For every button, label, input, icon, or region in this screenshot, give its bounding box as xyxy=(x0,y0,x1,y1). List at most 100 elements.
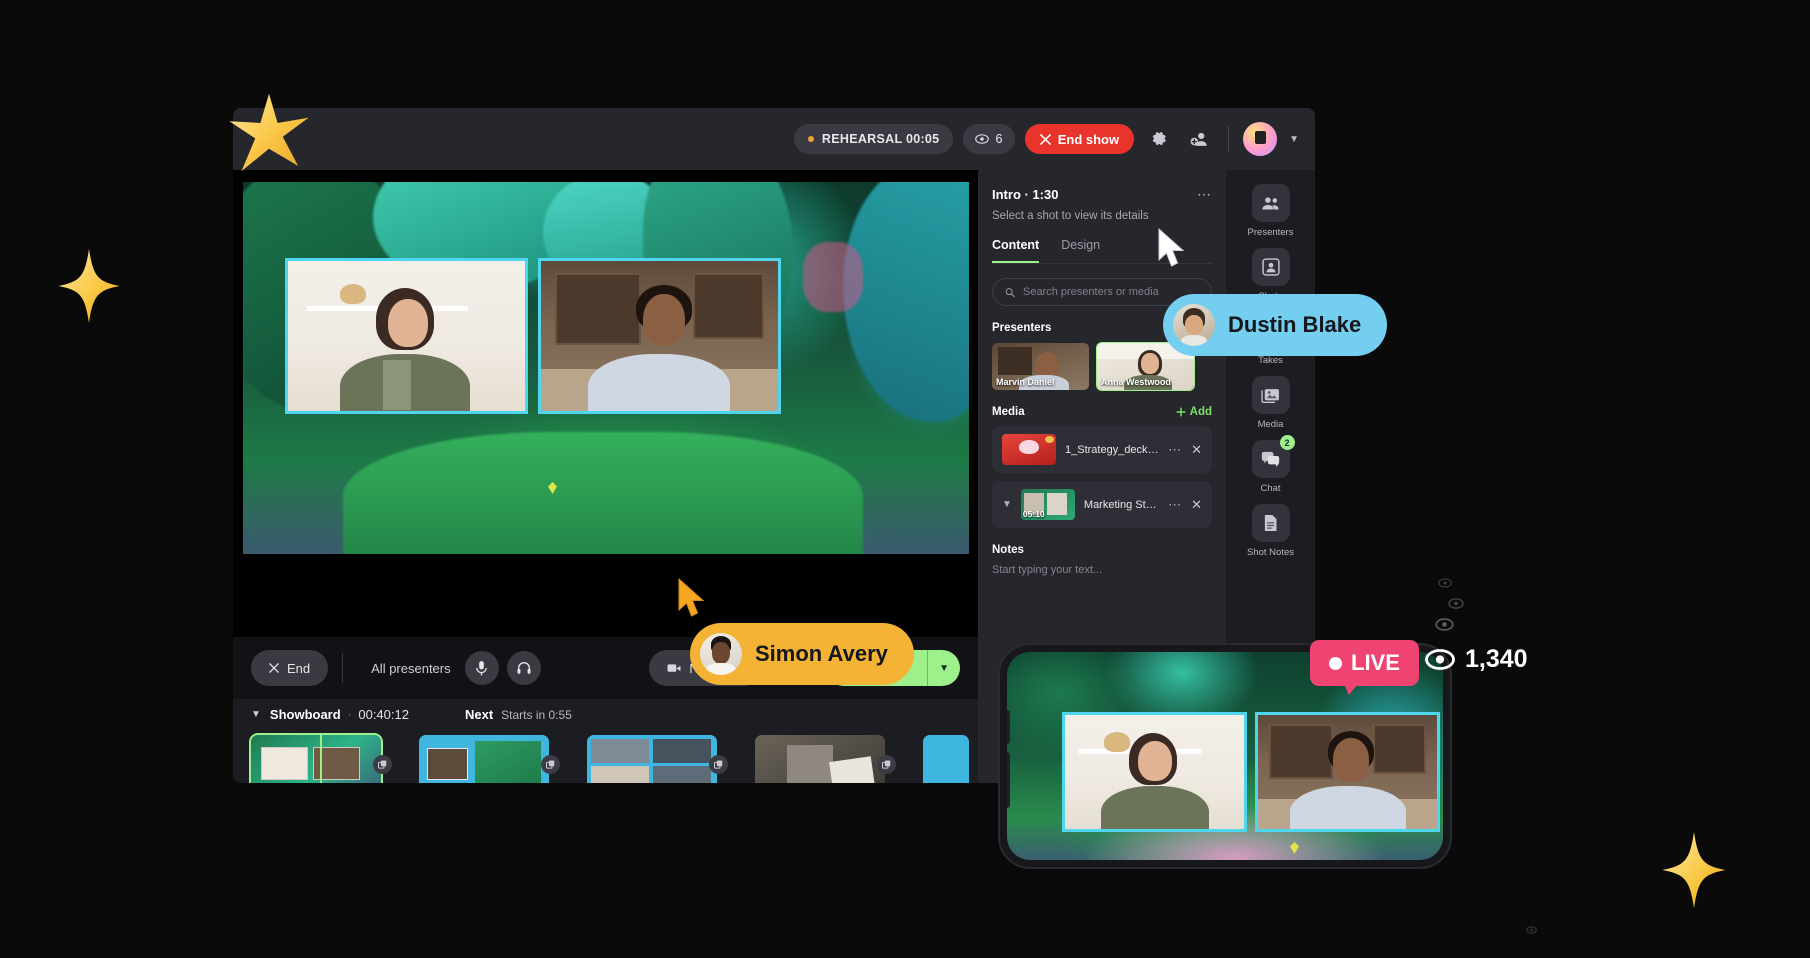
cursor-pointer-amber xyxy=(678,578,705,617)
search-input[interactable] xyxy=(1022,286,1199,298)
media-heading: Media xyxy=(992,406,1025,418)
showboard-thumbnail[interactable] xyxy=(923,735,969,783)
decorative-sparkle-icon xyxy=(1662,832,1726,908)
showboard-chevron-down-icon[interactable]: ▼ xyxy=(251,709,261,720)
end-button[interactable]: End xyxy=(251,650,329,686)
copy-icon xyxy=(882,760,891,769)
room-cabinet xyxy=(692,273,764,339)
room-cabinet xyxy=(1268,724,1334,779)
avatar-chevron-down-icon[interactable]: ▼ xyxy=(1289,134,1299,145)
media-item-video[interactable]: ▼ 05:10 Marketing Strat... ⋯ ✕ xyxy=(992,481,1212,528)
showboard-thumbnail[interactable] xyxy=(755,735,885,783)
room-cabinet xyxy=(1372,724,1427,775)
scene-blob xyxy=(803,242,863,312)
headset-button[interactable] xyxy=(506,651,541,685)
thumb-art xyxy=(1019,440,1039,454)
rail-item-shot-notes[interactable]: Shot Notes xyxy=(1247,504,1294,558)
playhead[interactable] xyxy=(319,735,322,783)
rail-item-media[interactable]: Media xyxy=(1251,376,1290,430)
more-horizontal-icon[interactable]: ⋯ xyxy=(1197,186,1212,203)
presenter-body xyxy=(588,354,731,411)
close-icon xyxy=(269,663,279,673)
showboard-card[interactable]: ⋮ Intro 1:30 xyxy=(419,735,569,783)
showboard-track[interactable]: ⋮ Marketing Strategy 5:00 xyxy=(233,733,1073,783)
topbar-divider xyxy=(1228,126,1230,152)
duplicate-shot-button[interactable] xyxy=(541,755,560,774)
next-shot-chevron-down-icon[interactable]: ▼ xyxy=(928,650,960,686)
add-media-button[interactable]: Add xyxy=(1176,406,1212,418)
gear-icon xyxy=(1152,132,1166,146)
copy-icon xyxy=(714,760,723,769)
notes-heading: Notes xyxy=(992,544,1024,556)
decorative-star-icon xyxy=(229,93,309,172)
presenter-video-anna[interactable] xyxy=(285,258,528,414)
viewer-count-pill[interactable]: 6 xyxy=(963,124,1015,154)
showboard-card[interactable]: ⋮ Nell Discussing Goals 2:00 xyxy=(755,735,905,783)
rehearsal-dot-icon xyxy=(807,136,814,142)
showboard: ▼ Showboard · 00:40:12 Next Starts in 0:… xyxy=(233,699,978,783)
close-icon xyxy=(1039,133,1051,145)
search-icon xyxy=(1005,287,1015,297)
duplicate-shot-button[interactable] xyxy=(373,755,392,774)
eye-icon xyxy=(975,134,990,144)
duplicate-shot-button[interactable] xyxy=(877,755,896,774)
panel-title: Intro · 1:30 xyxy=(992,187,1059,202)
presenter-frame xyxy=(288,261,525,411)
microphone-button[interactable] xyxy=(464,651,499,685)
media-remove-icon[interactable]: ✕ xyxy=(1191,442,1202,458)
collaborator-badge-dustin: Dustin Blake xyxy=(1163,294,1388,356)
tab-design[interactable]: Design xyxy=(1061,238,1100,263)
showboard-thumbnail[interactable] xyxy=(249,733,383,783)
media-filename: 1_Strategy_deck.pdf xyxy=(1065,443,1160,456)
cursor-pointer-white xyxy=(1158,228,1185,267)
showboard-card[interactable]: ⋮ Amalia, Richard... 15:00 xyxy=(587,735,737,783)
next-starts-in: Starts in 0:55 xyxy=(501,707,572,722)
avatar xyxy=(1173,304,1215,346)
thumb-cam xyxy=(591,766,649,783)
microphone-icon xyxy=(476,660,487,675)
end-show-button[interactable]: End show xyxy=(1024,124,1135,154)
phone-button xyxy=(1007,752,1010,808)
presenter-card-marvin[interactable]: Marvin Daniel xyxy=(992,343,1089,390)
media-section-header: Media Add xyxy=(992,406,1212,418)
presenter-video-marvin[interactable] xyxy=(538,258,781,414)
notes-placeholder[interactable]: Start typing your text... xyxy=(992,564,1212,576)
add-person-button[interactable] xyxy=(1184,124,1214,154)
settings-button[interactable] xyxy=(1144,124,1174,154)
rail-item-chat[interactable]: 2 Chat xyxy=(1251,435,1295,494)
panel-header: Intro · 1:30 ⋯ xyxy=(992,186,1212,203)
media-expand-chevron-down-icon[interactable]: ▼ xyxy=(1002,499,1012,510)
media-item-pdf[interactable]: 1_Strategy_deck.pdf ⋯ ✕ xyxy=(992,426,1212,473)
media-thumbnail: 05:10 xyxy=(1020,489,1075,520)
thumb-cam xyxy=(653,766,711,783)
thumb-cam xyxy=(653,739,711,763)
media-more-icon[interactable]: ⋯ xyxy=(1168,442,1182,458)
rail-label: Media xyxy=(1257,419,1284,430)
media-remove-icon[interactable]: ✕ xyxy=(1191,497,1202,513)
copy-icon xyxy=(378,760,387,769)
scene-gem-icon xyxy=(1290,842,1299,854)
room-vase xyxy=(1104,732,1131,753)
showboard-card[interactable]: ⋮ Marketing Strategy 5:00 xyxy=(249,733,401,783)
all-presenters-label[interactable]: All presenters xyxy=(371,661,450,676)
media-more-icon[interactable]: ⋯ xyxy=(1168,497,1182,513)
presenter-frame xyxy=(1258,715,1437,829)
duplicate-shot-button[interactable] xyxy=(709,755,728,774)
avatar xyxy=(700,633,742,675)
shots-icon xyxy=(1251,248,1290,286)
collaborator-badge-simon: Simon Avery xyxy=(690,623,914,685)
rail-item-presenters[interactable]: Presenters xyxy=(1248,184,1293,238)
presenter-head xyxy=(642,294,685,346)
user-avatar[interactable] xyxy=(1243,122,1278,156)
presenter-head xyxy=(1138,741,1173,782)
media-filename: Marketing Strat... xyxy=(1083,498,1159,511)
avatar-face xyxy=(712,642,730,664)
presenter-body xyxy=(1290,785,1407,829)
rail-label: Takes xyxy=(1258,355,1283,366)
presenters-icon xyxy=(1251,184,1290,222)
showboard-thumbnail[interactable] xyxy=(419,735,549,783)
showboard-thumbnail[interactable] xyxy=(587,735,717,783)
tab-content[interactable]: Content xyxy=(992,238,1040,263)
room-vase xyxy=(340,283,367,304)
end-button-label: End xyxy=(287,660,311,676)
